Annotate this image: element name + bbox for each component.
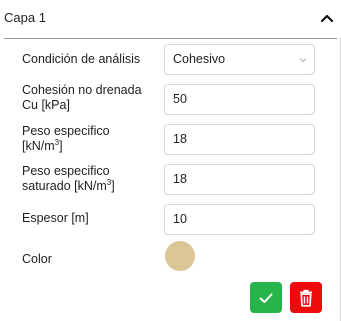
chevron-down-icon bbox=[299, 58, 307, 63]
color-picker-swatch[interactable] bbox=[165, 241, 195, 271]
confirm-button[interactable] bbox=[250, 282, 282, 313]
undrained-cohesion-label-line2: Cu [kPa] bbox=[22, 98, 70, 112]
chevron-up-icon bbox=[320, 14, 334, 23]
specific-weight-unit-suffix: ] bbox=[59, 139, 63, 153]
saturated-weight-value: 18 bbox=[173, 172, 187, 186]
analysis-condition-select[interactable]: Cohesivo bbox=[164, 44, 315, 75]
delete-button[interactable] bbox=[290, 282, 322, 313]
undrained-cohesion-label-line1: Cohesión no drenada bbox=[22, 83, 142, 97]
check-icon bbox=[259, 293, 273, 303]
thickness-label: Espesor [m] bbox=[22, 211, 89, 226]
panel-header[interactable]: Capa 1 bbox=[0, 0, 341, 38]
thickness-input[interactable]: 10 bbox=[164, 204, 315, 235]
trash-icon bbox=[300, 289, 312, 307]
saturated-weight-input[interactable]: 18 bbox=[164, 164, 315, 195]
thickness-value: 10 bbox=[173, 212, 187, 226]
specific-weight-unit-prefix: [kN/m bbox=[22, 139, 55, 153]
specific-weight-label-line1: Peso especifico bbox=[22, 124, 110, 138]
saturated-weight-label-line1: Peso especifico bbox=[22, 164, 110, 178]
analysis-condition-value: Cohesivo bbox=[173, 52, 226, 66]
header-divider bbox=[4, 38, 337, 39]
saturated-weight-label-line2: saturado [kN/m3] bbox=[22, 178, 115, 194]
saturated-weight-unit-suffix: ] bbox=[111, 179, 115, 193]
undrained-cohesion-label: Cohesión no drenada Cu [kPa] bbox=[22, 83, 142, 113]
undrained-cohesion-input[interactable]: 50 bbox=[164, 84, 315, 115]
color-label: Color bbox=[22, 252, 52, 267]
analysis-condition-label-text: Condición de análisis bbox=[22, 52, 141, 66]
saturated-weight-label: Peso especifico saturado [kN/m3] bbox=[22, 164, 115, 194]
specific-weight-value: 18 bbox=[173, 132, 187, 146]
undrained-cohesion-value: 50 bbox=[173, 92, 187, 106]
color-label-text: Color bbox=[22, 252, 52, 266]
specific-weight-label-line2: [kN/m3] bbox=[22, 138, 110, 154]
specific-weight-label: Peso especifico [kN/m3] bbox=[22, 124, 110, 154]
saturated-weight-unit-prefix: saturado [kN/m bbox=[22, 179, 107, 193]
layer-panel: Capa 1 Condición de análisis Cohesivo Co… bbox=[0, 0, 341, 321]
panel-title: Capa 1 bbox=[4, 10, 46, 25]
analysis-condition-label: Condición de análisis bbox=[22, 52, 140, 67]
collapse-button[interactable] bbox=[319, 10, 335, 26]
specific-weight-input[interactable]: 18 bbox=[164, 124, 315, 155]
thickness-label-text: Espesor [m] bbox=[22, 211, 89, 225]
